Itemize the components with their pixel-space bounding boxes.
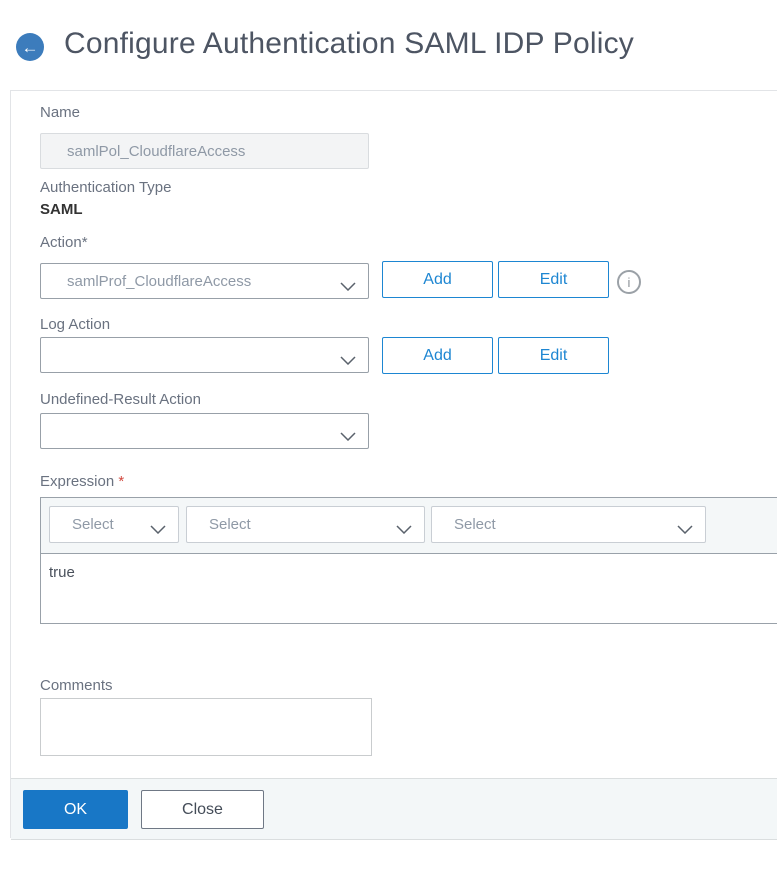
footer-bar: OK Close <box>11 778 777 840</box>
log-action-label: Log Action <box>40 316 111 333</box>
close-button-label: Close <box>182 800 223 818</box>
expression-select-2-value: Select <box>209 516 251 533</box>
expression-select-3[interactable]: Select <box>431 506 706 543</box>
auth-type-value: SAML <box>40 201 83 218</box>
action-edit-button[interactable]: Edit <box>498 261 609 298</box>
ok-button-label: OK <box>63 800 88 818</box>
page-title: Configure Authentication SAML IDP Policy <box>64 27 634 60</box>
log-action-edit-button[interactable]: Edit <box>498 337 609 374</box>
undefined-result-action-label: Undefined-Result Action <box>40 391 201 408</box>
log-action-add-button[interactable]: Add <box>382 337 493 374</box>
expression-select-3-value: Select <box>454 516 496 533</box>
expression-label-text: Expression <box>40 473 115 490</box>
action-select[interactable]: samlProf_CloudflareAccess <box>40 263 369 299</box>
expression-select-1-value: Select <box>72 516 114 533</box>
chevron-down-icon <box>340 428 356 445</box>
arrow-left-icon: ← <box>21 37 39 57</box>
undefined-result-action-select[interactable] <box>40 413 369 449</box>
comments-label: Comments <box>40 677 113 694</box>
action-add-button[interactable]: Add <box>382 261 493 298</box>
expression-select-1[interactable]: Select <box>49 506 179 543</box>
chevron-down-icon <box>150 521 166 538</box>
expression-builder: Select Select Select true <box>40 497 777 624</box>
action-select-value: samlProf_CloudflareAccess <box>67 272 252 290</box>
form-panel: Name samlPol_CloudflareAccess Authentica… <box>10 90 777 840</box>
close-button[interactable]: Close <box>141 790 264 829</box>
name-label: Name <box>40 104 81 121</box>
action-label: Action* <box>40 234 88 251</box>
expression-select-2[interactable]: Select <box>186 506 425 543</box>
chevron-down-icon <box>677 521 693 538</box>
log-action-select[interactable] <box>40 337 369 373</box>
required-asterisk: * <box>118 473 125 490</box>
ok-button[interactable]: OK <box>23 790 128 829</box>
comments-textarea[interactable] <box>40 698 372 756</box>
action-edit-label: Edit <box>539 270 568 288</box>
chevron-down-icon <box>340 352 356 369</box>
expression-label: Expression * <box>40 473 124 490</box>
configure-saml-idp-policy-page: ← Configure Authentication SAML IDP Poli… <box>0 0 777 877</box>
action-add-label: Add <box>423 270 452 288</box>
info-icon-glyph: i <box>627 274 631 290</box>
log-action-add-label: Add <box>423 346 452 364</box>
expression-textarea[interactable]: true <box>41 554 777 623</box>
back-button[interactable]: ← <box>16 33 44 61</box>
name-value: samlPol_CloudflareAccess <box>67 142 246 160</box>
chevron-down-icon <box>340 278 356 295</box>
log-action-edit-label: Edit <box>539 346 568 364</box>
name-field: samlPol_CloudflareAccess <box>40 133 369 169</box>
auth-type-label: Authentication Type <box>40 179 172 196</box>
info-icon[interactable]: i <box>617 270 641 294</box>
expression-toolbar: Select Select Select <box>41 498 777 554</box>
chevron-down-icon <box>396 521 412 538</box>
